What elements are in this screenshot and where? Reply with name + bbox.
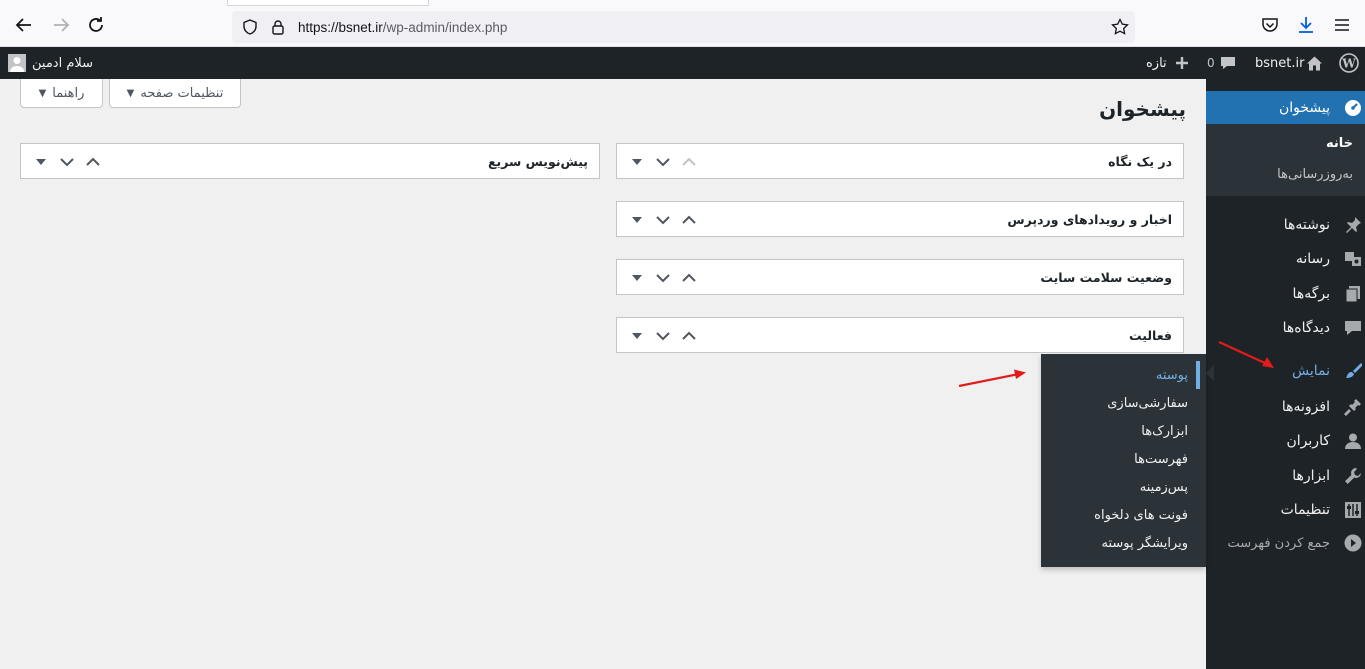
screen-options-button[interactable]: تنظیمات صفحه ▼ xyxy=(109,79,241,108)
submenu-updates[interactable]: به‌روزرسانی‌ها xyxy=(1277,167,1353,182)
admin-greeting[interactable]: سلام ادمین xyxy=(32,47,93,79)
flyout-item-themes[interactable]: پوسته xyxy=(1156,368,1188,383)
menu-media[interactable]: رسانه xyxy=(1206,242,1365,276)
svg-text:W: W xyxy=(1341,57,1356,71)
caret-down-icon: ▼ xyxy=(126,87,135,99)
browser-toolbar: https://bsnet.ir/wp-admin/index.php xyxy=(0,0,1365,47)
menu-pages[interactable]: برگه‌ها xyxy=(1206,277,1365,311)
postbox-title: فعالیت xyxy=(1129,328,1172,343)
postbox-title: وضعیت سلامت سایت xyxy=(1040,270,1172,285)
move-up-icon[interactable] xyxy=(679,208,699,232)
annotation-arrow-icon xyxy=(1218,341,1274,368)
toggle-arrow-icon[interactable] xyxy=(627,208,647,232)
toggle-arrow-icon[interactable] xyxy=(31,150,51,174)
new-content-label[interactable]: تازه xyxy=(1146,47,1167,79)
browser-tab[interactable] xyxy=(227,0,429,6)
admin-sidebar: پیشخوان خانه به‌روزرسانی‌ها نوشته‌ها رسا… xyxy=(1206,79,1365,669)
move-down-icon[interactable] xyxy=(653,266,673,290)
download-icon[interactable] xyxy=(1296,15,1316,35)
plus-icon[interactable] xyxy=(1174,47,1190,79)
move-up-icon[interactable] xyxy=(679,324,699,348)
postbox-title: اخبار و رویدادهای وردپرس xyxy=(1007,212,1172,227)
menu-posts[interactable]: نوشته‌ها xyxy=(1206,208,1365,242)
user-icon xyxy=(1343,431,1363,451)
move-up-icon[interactable] xyxy=(83,150,103,174)
shield-icon[interactable] xyxy=(242,19,258,35)
move-down-icon[interactable] xyxy=(653,208,673,232)
annotation-arrow-icon xyxy=(958,369,1026,388)
postbox-site-health: وضعیت سلامت سایت xyxy=(616,259,1184,295)
plugin-icon xyxy=(1343,397,1363,417)
menu-tools[interactable]: ابزارها xyxy=(1206,459,1365,493)
dashboard-submenu: خانه به‌روزرسانی‌ها xyxy=(1206,124,1365,196)
settings-sliders-icon xyxy=(1343,500,1363,520)
home-icon[interactable] xyxy=(1306,47,1323,79)
menu-settings[interactable]: تنظیمات xyxy=(1206,493,1365,527)
toggle-arrow-icon[interactable] xyxy=(627,266,647,290)
address-bar[interactable]: https://bsnet.ir/wp-admin/index.php xyxy=(232,11,1135,43)
gauge-icon xyxy=(1343,98,1363,118)
comment-bubble-icon[interactable] xyxy=(1220,47,1236,79)
forward-arrow-icon[interactable] xyxy=(50,14,72,36)
flyout-item-background[interactable]: پس‌زمینه xyxy=(1140,480,1188,495)
menu-users[interactable]: کاربران xyxy=(1206,424,1365,458)
collapse-arrow-icon xyxy=(1343,533,1363,553)
bookmark-star-icon[interactable] xyxy=(1111,18,1129,36)
lock-icon[interactable] xyxy=(270,19,286,35)
menu-dashboard[interactable]: پیشخوان xyxy=(1206,91,1365,125)
menu-hamburger-icon[interactable] xyxy=(1332,15,1352,35)
flyout-item-widgets[interactable]: ابزارک‌ها xyxy=(1141,424,1188,439)
media-icon xyxy=(1343,249,1363,269)
flyout-item-customize[interactable]: سفارشی‌سازی xyxy=(1107,396,1188,411)
flyout-item-custom-fonts[interactable]: فونت های دلخواه xyxy=(1094,508,1188,523)
flyout-pointer xyxy=(1206,365,1214,381)
back-arrow-icon[interactable] xyxy=(13,14,35,36)
postbox-wp-news: اخبار و رویدادهای وردپرس xyxy=(616,201,1184,237)
move-down-icon[interactable] xyxy=(57,150,77,174)
toggle-arrow-icon[interactable] xyxy=(627,324,647,348)
move-up-icon[interactable] xyxy=(679,150,699,174)
postbox-quick-draft: پیش‌نویس سریع xyxy=(20,143,600,179)
help-button[interactable]: راهنما ▼ xyxy=(20,79,103,108)
page-title: پیشخوان xyxy=(1099,97,1186,121)
submenu-home[interactable]: خانه xyxy=(1326,136,1353,151)
pages-icon xyxy=(1343,284,1363,304)
flyout-item-theme-editor[interactable]: ویرایشگر پوسته xyxy=(1102,536,1189,551)
admin-avatar[interactable] xyxy=(8,47,26,79)
wrench-icon xyxy=(1343,466,1363,486)
move-up-icon[interactable] xyxy=(679,266,699,290)
pocket-icon[interactable] xyxy=(1260,15,1280,35)
comment-icon xyxy=(1343,318,1363,338)
caret-down-icon: ▼ xyxy=(38,87,47,99)
wp-admin-bar: سلام ادمین تازه 0 bsnet.ir W xyxy=(0,47,1365,79)
flyout-item-menus[interactable]: فهرست‌ها xyxy=(1134,452,1188,467)
postbox-at-a-glance: در یک نگاه xyxy=(616,143,1184,179)
paintbrush-icon xyxy=(1343,361,1363,381)
toggle-arrow-icon[interactable] xyxy=(627,150,647,174)
move-down-icon[interactable] xyxy=(653,150,673,174)
url-text: https://bsnet.ir/wp-admin/index.php xyxy=(298,19,508,35)
postbox-title: پیش‌نویس سریع xyxy=(487,154,588,169)
reload-icon[interactable] xyxy=(85,14,107,36)
pushpin-icon xyxy=(1343,215,1363,235)
wordpress-logo-icon[interactable]: W xyxy=(1339,47,1359,79)
site-name-link[interactable]: bsnet.ir xyxy=(1255,47,1304,79)
menu-plugins[interactable]: افزونه‌ها xyxy=(1206,390,1365,424)
postbox-title: در یک نگاه xyxy=(1108,154,1172,169)
active-indicator xyxy=(1196,361,1200,389)
appearance-flyout-menu: پوسته سفارشی‌سازی ابزارک‌ها فهرست‌ها پس‌… xyxy=(1041,354,1206,567)
postbox-activity: فعالیت xyxy=(616,317,1184,353)
move-down-icon[interactable] xyxy=(653,324,673,348)
comments-count[interactable]: 0 xyxy=(1207,47,1215,79)
collapse-menu-button[interactable]: جمع کردن فهرست xyxy=(1206,526,1365,560)
